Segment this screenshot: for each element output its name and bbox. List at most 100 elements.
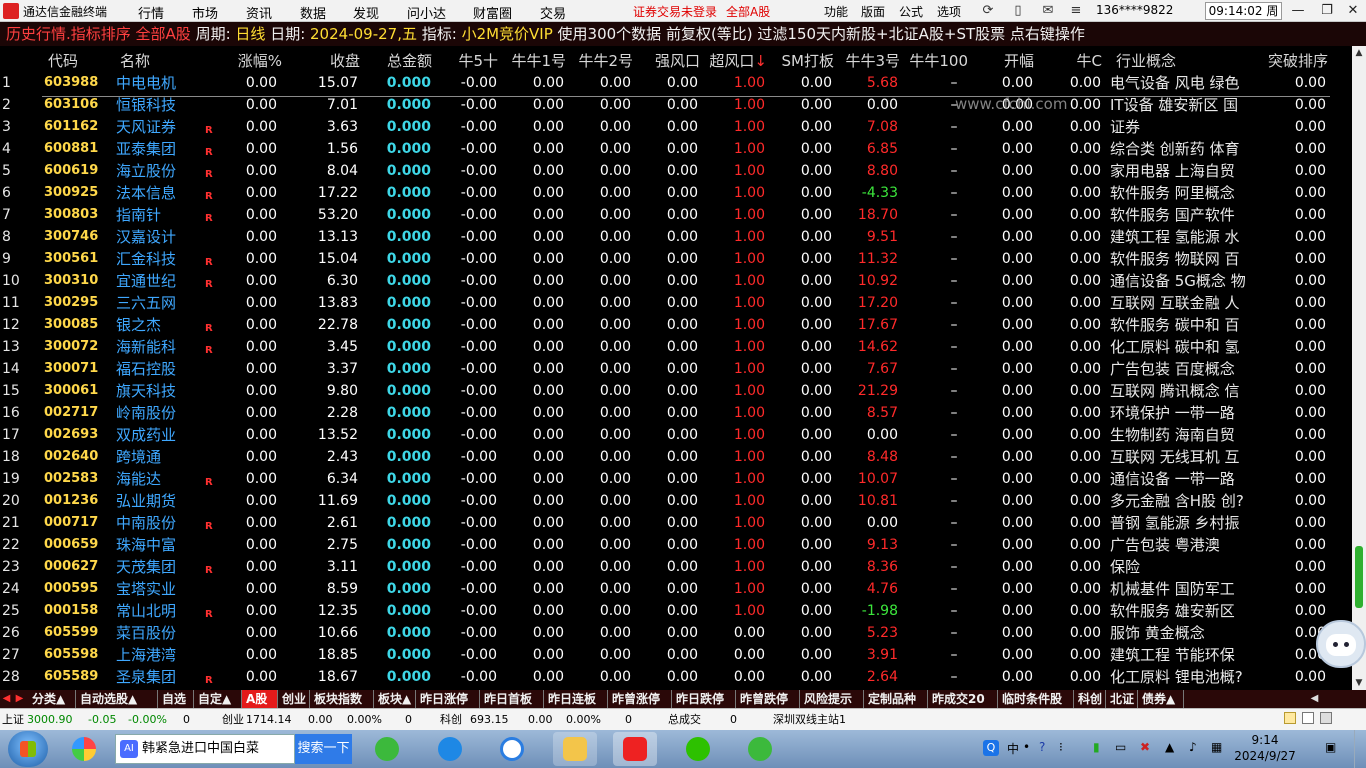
taskbar-app-wechat[interactable] [676, 732, 720, 766]
stock-name[interactable]: 圣泉集团 [116, 667, 186, 687]
taskbar-search-box[interactable]: AI 韩紧急进口中国白菜 [115, 734, 295, 764]
taskbar-app-browser[interactable] [62, 732, 106, 766]
tab-18[interactable]: 科创 [1074, 690, 1106, 708]
column-header-name[interactable]: 名称 [120, 50, 200, 71]
table-row[interactable]: 21 000717 中南股份 R 0.00 2.61 0.000 -0.00 0.00 0.00 0… [0, 512, 1352, 534]
scroll-up-icon[interactable]: ▲ [1352, 46, 1366, 60]
tab-20[interactable]: 债券▲ [1138, 690, 1184, 708]
stock-name[interactable]: 弘业期货 [116, 491, 186, 511]
stock-code[interactable]: 000659 [44, 535, 104, 555]
date-value[interactable]: 2024-09-27,五 [310, 25, 417, 43]
refresh-icon[interactable]: ⟳ [980, 3, 996, 19]
scroll-thumb[interactable] [1355, 546, 1363, 608]
stock-code[interactable]: 600881 [44, 139, 104, 159]
taskbar-app-network[interactable] [490, 732, 534, 766]
column-header-open-pct[interactable]: 开幅 [996, 50, 1034, 71]
tab-9[interactable]: 昨日首板 [480, 690, 544, 708]
stock-name[interactable]: 天风证券 [116, 117, 186, 137]
table-row[interactable]: 19 002583 海能达 R 0.00 6.34 0.000 -0.00 0.00 0.00 0.… [0, 468, 1352, 490]
stock-code[interactable]: 605598 [44, 645, 104, 665]
stock-code[interactable]: 300561 [44, 249, 104, 269]
column-header-breakout-rank[interactable]: 突破排序 [1256, 50, 1328, 71]
taskbar-clock[interactable]: 9:14 2024/9/27 [1230, 732, 1300, 764]
message-icon[interactable]: ✉ [1040, 3, 1056, 19]
stock-code[interactable]: 000627 [44, 557, 104, 577]
table-row[interactable]: 1 603988 中电电机 0.00 15.07 0.000 -0.00 0.00 0.00 0.… [0, 72, 1352, 94]
menu-options[interactable]: 选项 [937, 3, 961, 20]
tab-5[interactable]: 创业 [278, 690, 310, 708]
tab-scroll-right-icon[interactable]: ▶ [13, 690, 26, 708]
stock-code[interactable]: 603988 [44, 73, 104, 93]
stock-code[interactable]: 605589 [44, 667, 104, 687]
start-button[interactable] [8, 731, 48, 767]
taskbar-app-ie[interactable] [428, 732, 472, 766]
tab-11[interactable]: 昨曾涨停 [608, 690, 672, 708]
stock-code[interactable]: 600619 [44, 161, 104, 181]
menu-quotes[interactable]: 行情 [138, 3, 164, 22]
stock-name[interactable]: 海能达 [116, 469, 186, 489]
kc-index-label[interactable]: 科创 [440, 709, 462, 730]
table-row[interactable]: 8 300746 汉嘉设计 0.00 13.13 0.000 -0.00 0.00 0.00 0.… [0, 226, 1352, 248]
tab-4[interactable]: A股 [242, 690, 278, 708]
table-row[interactable]: 14 300071 福石控股 0.00 3.37 0.000 -0.00 0.00 0.00 0.… [0, 358, 1352, 380]
stock-name[interactable]: 天茂集团 [116, 557, 186, 577]
tab-8[interactable]: 昨日涨停 [416, 690, 480, 708]
menu-data[interactable]: 数据 [300, 3, 326, 22]
menu-market[interactable]: 市场 [192, 3, 218, 22]
stock-code[interactable]: 002717 [44, 403, 104, 423]
menu-ask-xiaoda[interactable]: 问小达 [407, 3, 446, 22]
stock-code[interactable]: 300072 [44, 337, 104, 357]
market-scope-label[interactable]: 全部A股 [726, 3, 770, 20]
qq-input-icon[interactable]: Q [983, 740, 999, 756]
wifi-icon[interactable]: ▲ [1165, 740, 1174, 754]
tab-3[interactable]: 自定▲ [194, 690, 242, 708]
table-row[interactable]: 26 605599 菜百股份 0.00 10.66 0.000 -0.00 0.00 0.00 0… [0, 622, 1352, 644]
stock-code[interactable]: 002640 [44, 447, 104, 467]
table-row[interactable]: 16 002717 岭南股份 0.00 2.28 0.000 -0.00 0.00 0.00 0.… [0, 402, 1352, 424]
volume-icon[interactable]: ♪ [1189, 740, 1197, 754]
table-row[interactable]: 13 300072 海新能科 R 0.00 3.45 0.000 -0.00 0.00 0.00 0… [0, 336, 1352, 358]
show-desktop-button[interactable] [1354, 730, 1366, 768]
tab-scroll-left-icon[interactable]: ◀ [0, 690, 13, 708]
restore-button[interactable]: ❐ [1316, 2, 1338, 20]
tab-bar-left-icon[interactable]: ◀ [1308, 690, 1321, 708]
taskbar-app-tdx[interactable] [613, 732, 657, 766]
column-header-niuniu1[interactable]: 牛牛1号 [508, 50, 566, 71]
trade-login-notice[interactable]: 证券交易未登录 [633, 3, 717, 20]
menu-discover[interactable]: 发现 [353, 3, 379, 22]
help-icon[interactable]: ? [1039, 740, 1045, 754]
menu-wealth-circle[interactable]: 财富圈 [473, 3, 512, 22]
stock-name[interactable]: 福石控股 [116, 359, 186, 379]
stock-name[interactable]: 上海港湾 [116, 645, 186, 665]
stock-code[interactable]: 603106 [44, 95, 104, 115]
taskbar-app-360[interactable] [365, 732, 409, 766]
layout-icon[interactable] [1302, 712, 1314, 724]
tab-17[interactable]: 临时条件股 [998, 690, 1074, 708]
table-row[interactable]: 28 605589 圣泉集团 R 0.00 18.67 0.000 -0.00 0.00 0.00… [0, 666, 1352, 688]
stock-name[interactable]: 珠海中富 [116, 535, 186, 555]
menu-formula[interactable]: 公式 [899, 3, 923, 20]
column-header-niuniu2[interactable]: 牛牛2号 [575, 50, 633, 71]
server-status[interactable]: 深圳双线主站1 [773, 709, 846, 730]
phone-icon[interactable]: ▯ [1010, 3, 1026, 19]
tab-19[interactable]: 北证 [1106, 690, 1138, 708]
stock-name[interactable]: 中电电机 [116, 73, 186, 93]
column-header-industry-concept[interactable]: 行业概念 [1116, 50, 1196, 71]
ime-indicator[interactable]: 中 [1007, 740, 1019, 757]
tab-2[interactable]: 自选 [158, 690, 194, 708]
table-row[interactable]: 24 000595 宝塔实业 0.00 8.59 0.000 -0.00 0.00 0.00 0.… [0, 578, 1352, 600]
column-header-niu5-plus[interactable]: 牛5十 [452, 50, 498, 71]
tab-0[interactable]: 分类▲ [28, 690, 76, 708]
table-row[interactable]: 20 001236 弘业期货 0.00 11.69 0.000 -0.00 0.00 0.00 0… [0, 490, 1352, 512]
stock-name[interactable]: 恒银科技 [116, 95, 186, 115]
network-icon[interactable]: ▦ [1211, 740, 1222, 754]
tab-10[interactable]: 昨日连板 [544, 690, 608, 708]
stock-code[interactable]: 300310 [44, 271, 104, 291]
indicator-value[interactable]: 小2M竞价VIP [462, 25, 553, 43]
user-account[interactable]: 136****9822 [1096, 3, 1173, 17]
table-row[interactable]: 2 603106 恒银科技 0.00 7.01 0.000 -0.00 0.00 0.00 0.0… [0, 94, 1352, 116]
stock-code[interactable]: 001236 [44, 491, 104, 511]
tab-13[interactable]: 昨曾跌停 [736, 690, 800, 708]
tab-16[interactable]: 昨成交20 [928, 690, 998, 708]
stock-code[interactable]: 002693 [44, 425, 104, 445]
